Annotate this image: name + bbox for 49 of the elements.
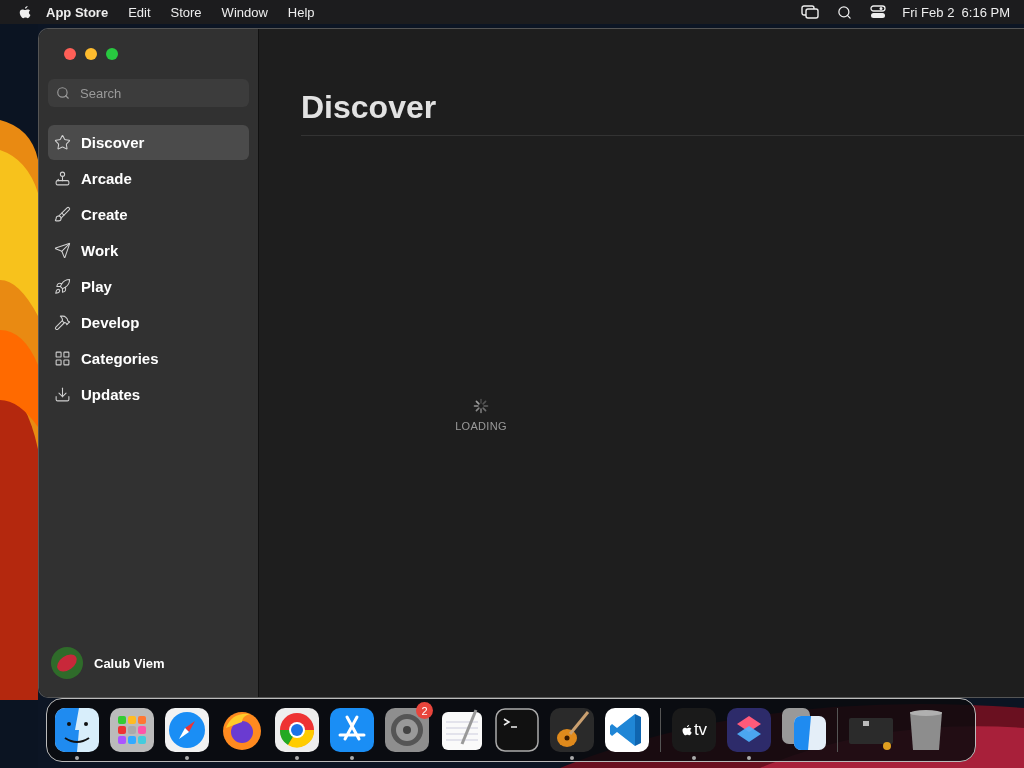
guitar-icon[interactable] bbox=[550, 708, 594, 752]
loading-label: LOADING bbox=[455, 420, 507, 432]
joystick-icon bbox=[54, 170, 71, 187]
menu-item[interactable]: Help bbox=[287, 4, 315, 20]
menu-item[interactable]: App Store bbox=[46, 4, 109, 20]
spinner-icon bbox=[473, 398, 489, 414]
zoom-button[interactable] bbox=[106, 48, 118, 60]
toggles-icon[interactable] bbox=[870, 5, 887, 19]
menu-item[interactable]: Window bbox=[221, 4, 268, 20]
notepad-icon[interactable] bbox=[440, 708, 484, 752]
compass-icon[interactable] bbox=[165, 708, 209, 752]
paper-plane-icon bbox=[54, 242, 71, 259]
close-button[interactable] bbox=[64, 48, 76, 60]
search-icon bbox=[56, 86, 70, 100]
menu-item[interactable]: Edit bbox=[128, 4, 151, 20]
download-icon bbox=[54, 386, 71, 403]
apple-logo-icon[interactable] bbox=[18, 4, 32, 20]
finder-icon[interactable] bbox=[55, 708, 99, 752]
sidebar-item[interactable]: Develop bbox=[48, 305, 249, 340]
sidebar-item[interactable]: Create bbox=[48, 197, 249, 232]
sidebar-item[interactable]: Play bbox=[48, 269, 249, 304]
grid-icon bbox=[54, 350, 71, 367]
gear-icon[interactable] bbox=[385, 708, 429, 752]
app-store-icon[interactable] bbox=[330, 708, 374, 752]
search-field[interactable]: Search bbox=[48, 79, 249, 107]
notification-badge: 2 bbox=[416, 702, 433, 719]
search-icon[interactable] bbox=[837, 4, 853, 20]
clock[interactable]: Fri Feb 2 6:16 PM bbox=[902, 4, 1010, 20]
sidebar-item[interactable]: Arcade bbox=[48, 161, 249, 196]
launchpad-icon[interactable] bbox=[110, 708, 154, 752]
sidebar-item[interactable]: Discover bbox=[48, 125, 249, 160]
terminal-icon[interactable] bbox=[495, 708, 539, 752]
menu-item[interactable]: Store bbox=[170, 4, 202, 20]
sidebar-item[interactable]: Categories bbox=[48, 341, 249, 376]
layers-icon[interactable] bbox=[727, 708, 771, 752]
brush-icon bbox=[54, 206, 71, 223]
sidebar-item[interactable]: Updates bbox=[48, 377, 249, 412]
rocket-icon bbox=[54, 278, 71, 295]
code-editor-icon[interactable] bbox=[605, 708, 649, 752]
minimize-button[interactable] bbox=[85, 48, 97, 60]
windows-icon[interactable] bbox=[801, 5, 820, 19]
account-name[interactable]: Calub Viem bbox=[94, 655, 165, 671]
sidebar-item[interactable]: Work bbox=[48, 233, 249, 268]
page-title: Discover bbox=[301, 89, 438, 127]
chrome-icon[interactable] bbox=[275, 708, 319, 752]
star-icon bbox=[54, 134, 71, 151]
tv-app-icon[interactable]: tv bbox=[672, 708, 716, 752]
hammer-icon bbox=[54, 314, 71, 331]
two-faces-icon[interactable] bbox=[782, 708, 826, 752]
